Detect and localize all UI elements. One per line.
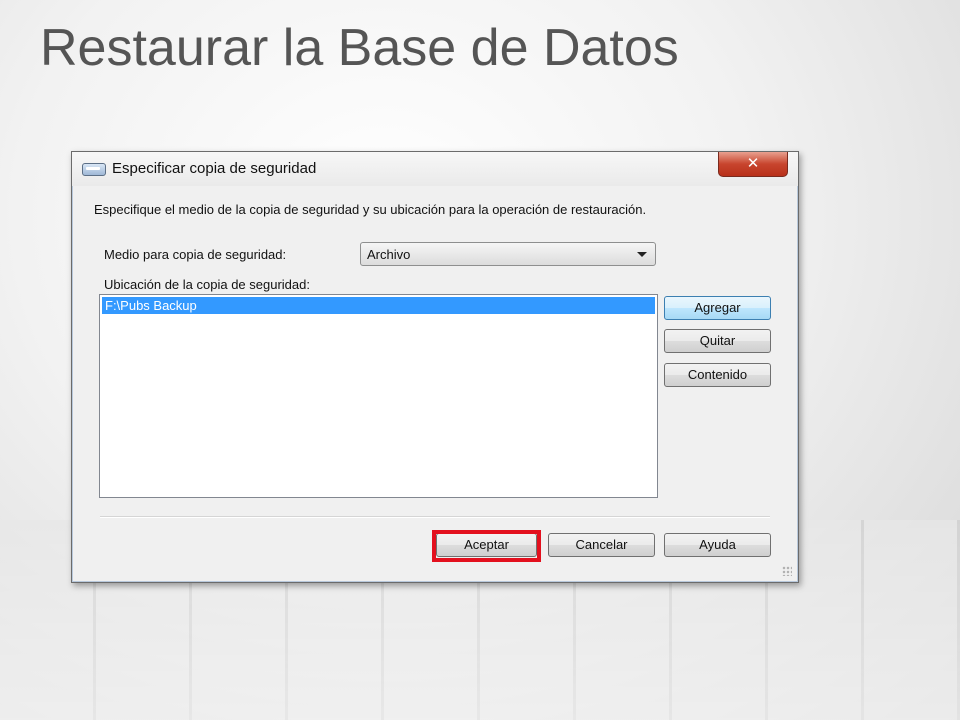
cancel-button[interactable]: Cancelar <box>548 533 655 557</box>
remove-button[interactable]: Quitar <box>664 329 771 353</box>
media-label: Medio para copia de seguridad: <box>104 247 287 262</box>
footer-separator <box>100 516 770 518</box>
close-icon: ✕ <box>746 154 760 172</box>
close-button[interactable]: ✕ <box>718 152 788 177</box>
specify-backup-dialog: Especificar copia de seguridad ✕ Especif… <box>71 151 799 583</box>
dialog-title: Especificar copia de seguridad <box>112 160 317 177</box>
media-select-value: Archivo <box>367 247 411 262</box>
slide-title: Restaurar la Base de Datos <box>40 19 679 77</box>
help-button[interactable]: Ayuda <box>664 533 771 557</box>
backup-device-icon <box>82 163 106 176</box>
ok-button-highlight <box>432 530 541 562</box>
location-label: Ubicación de la copia de seguridad: <box>104 277 310 292</box>
backup-location-list[interactable]: F:\Pubs Backup <box>99 294 658 498</box>
instructions-text: Especifique el medio de la copia de segu… <box>94 202 647 217</box>
contents-button[interactable]: Contenido <box>664 363 771 387</box>
media-select[interactable]: Archivo <box>360 242 656 266</box>
list-item-selected[interactable]: F:\Pubs Backup <box>102 297 655 314</box>
chevron-down-icon <box>637 252 647 257</box>
add-button[interactable]: Agregar <box>664 296 771 320</box>
dialog-titlebar[interactable]: Especificar copia de seguridad ✕ <box>72 152 798 186</box>
resize-grip-icon[interactable] <box>782 566 792 576</box>
